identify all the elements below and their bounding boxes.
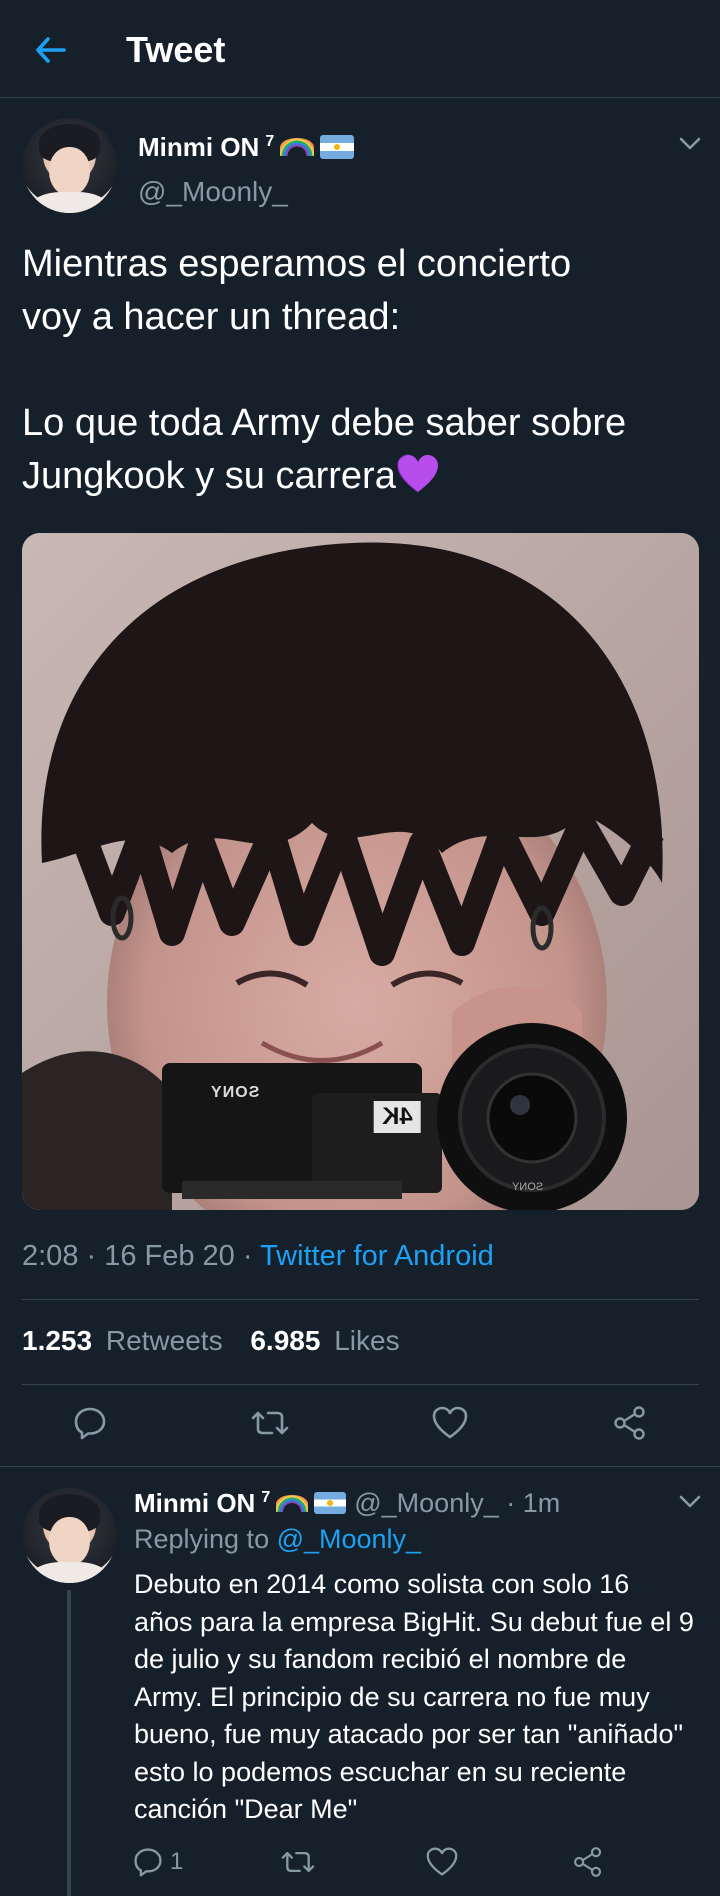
tweet-timestamp: 2:08 · 16 Feb 20 ·: [22, 1240, 261, 1272]
replying-to-handle[interactable]: @_Moonly_: [277, 1524, 421, 1554]
tweet-source-link[interactable]: Twitter for Android: [260, 1240, 494, 1272]
likes-count[interactable]: 6.985: [250, 1325, 320, 1356]
superscript-seven: 7: [265, 133, 275, 150]
reply-reply-button[interactable]: 1: [132, 1838, 202, 1886]
replying-to-prefix: Replying to: [134, 1524, 277, 1554]
tweet-text: Mientras esperamos el concierto voy a ha…: [22, 238, 702, 503]
tweet-meta: 2:08 · 16 Feb 20 · Twitter for Android: [22, 1240, 494, 1273]
share-icon: [574, 1847, 602, 1877]
purple-heart-icon: [396, 454, 440, 494]
share-icon: [614, 1406, 645, 1440]
heart-icon: [432, 1406, 468, 1439]
reply-share-button[interactable]: [564, 1838, 612, 1886]
display-name: Minmi ON: [138, 131, 260, 162]
lens-brand-label: SONY: [512, 1181, 544, 1193]
argentina-flag-icon: [314, 1492, 347, 1514]
divider: [22, 1299, 699, 1300]
reply-superscript-seven: 7: [261, 1489, 271, 1506]
thread-connector-line: [67, 1590, 71, 1896]
retweets-count[interactable]: 1.253: [22, 1325, 92, 1356]
reply-button[interactable]: [66, 1399, 114, 1447]
chevron-down-icon: [679, 137, 701, 150]
reply-icon: [134, 1848, 162, 1877]
divider: [22, 1384, 699, 1385]
retweet-icon: [281, 1851, 315, 1873]
author-name-line[interactable]: Minmi ON 7: [138, 130, 355, 164]
retweet-button[interactable]: [246, 1399, 294, 1447]
reply-like-button[interactable]: [418, 1838, 466, 1886]
camera-4k-badge: 4K: [374, 1101, 421, 1133]
back-button[interactable]: [28, 28, 72, 72]
replying-to-line: Replying to @_Moonly_: [134, 1524, 421, 1555]
arrow-left-icon: [36, 37, 66, 63]
share-button[interactable]: [606, 1399, 654, 1447]
camera-brand-label: SONY: [210, 1084, 260, 1101]
reply-text: Debuto en 2014 como solista con solo 16 …: [134, 1569, 694, 1824]
reply-retweet-button[interactable]: [274, 1838, 322, 1886]
rainbow-emoji-icon: [280, 138, 315, 156]
chevron-down-icon: [679, 1495, 701, 1508]
heart-icon: [426, 1847, 458, 1876]
avatar[interactable]: [22, 118, 117, 213]
divider: [0, 1466, 720, 1467]
rainbow-emoji-icon: [276, 1494, 309, 1512]
author-handle[interactable]: @_Moonly_: [138, 176, 288, 208]
reply-icon: [74, 1407, 106, 1440]
tweet-text-body: Mientras esperamos el concierto voy a ha…: [22, 243, 627, 497]
media-illustration: [22, 533, 699, 1210]
reply-avatar[interactable]: [22, 1488, 117, 1583]
page-title: Tweet: [126, 29, 226, 70]
top-bar: Tweet: [0, 0, 720, 98]
reply-handle-time: @_Moonly_ · 1m: [354, 1487, 561, 1518]
reply-author-line[interactable]: Minmi ON 7 @_Moonly_ · 1m: [134, 1486, 560, 1520]
retweet-icon: [251, 1411, 289, 1435]
reply-options-button[interactable]: [676, 1488, 704, 1516]
reply-count: 1: [170, 1848, 184, 1875]
retweets-label[interactable]: Retweets: [106, 1325, 223, 1356]
argentina-flag-icon: [320, 135, 355, 159]
like-button[interactable]: [426, 1399, 474, 1447]
tweet-stats: 1.253 Retweets 6.985 Likes: [22, 1325, 400, 1357]
reply-display-name: Minmi ON: [134, 1487, 256, 1518]
tweet-media-image[interactable]: SONY 4K SONY: [22, 533, 699, 1210]
tweet-options-button[interactable]: [676, 130, 704, 158]
likes-label[interactable]: Likes: [334, 1325, 399, 1356]
